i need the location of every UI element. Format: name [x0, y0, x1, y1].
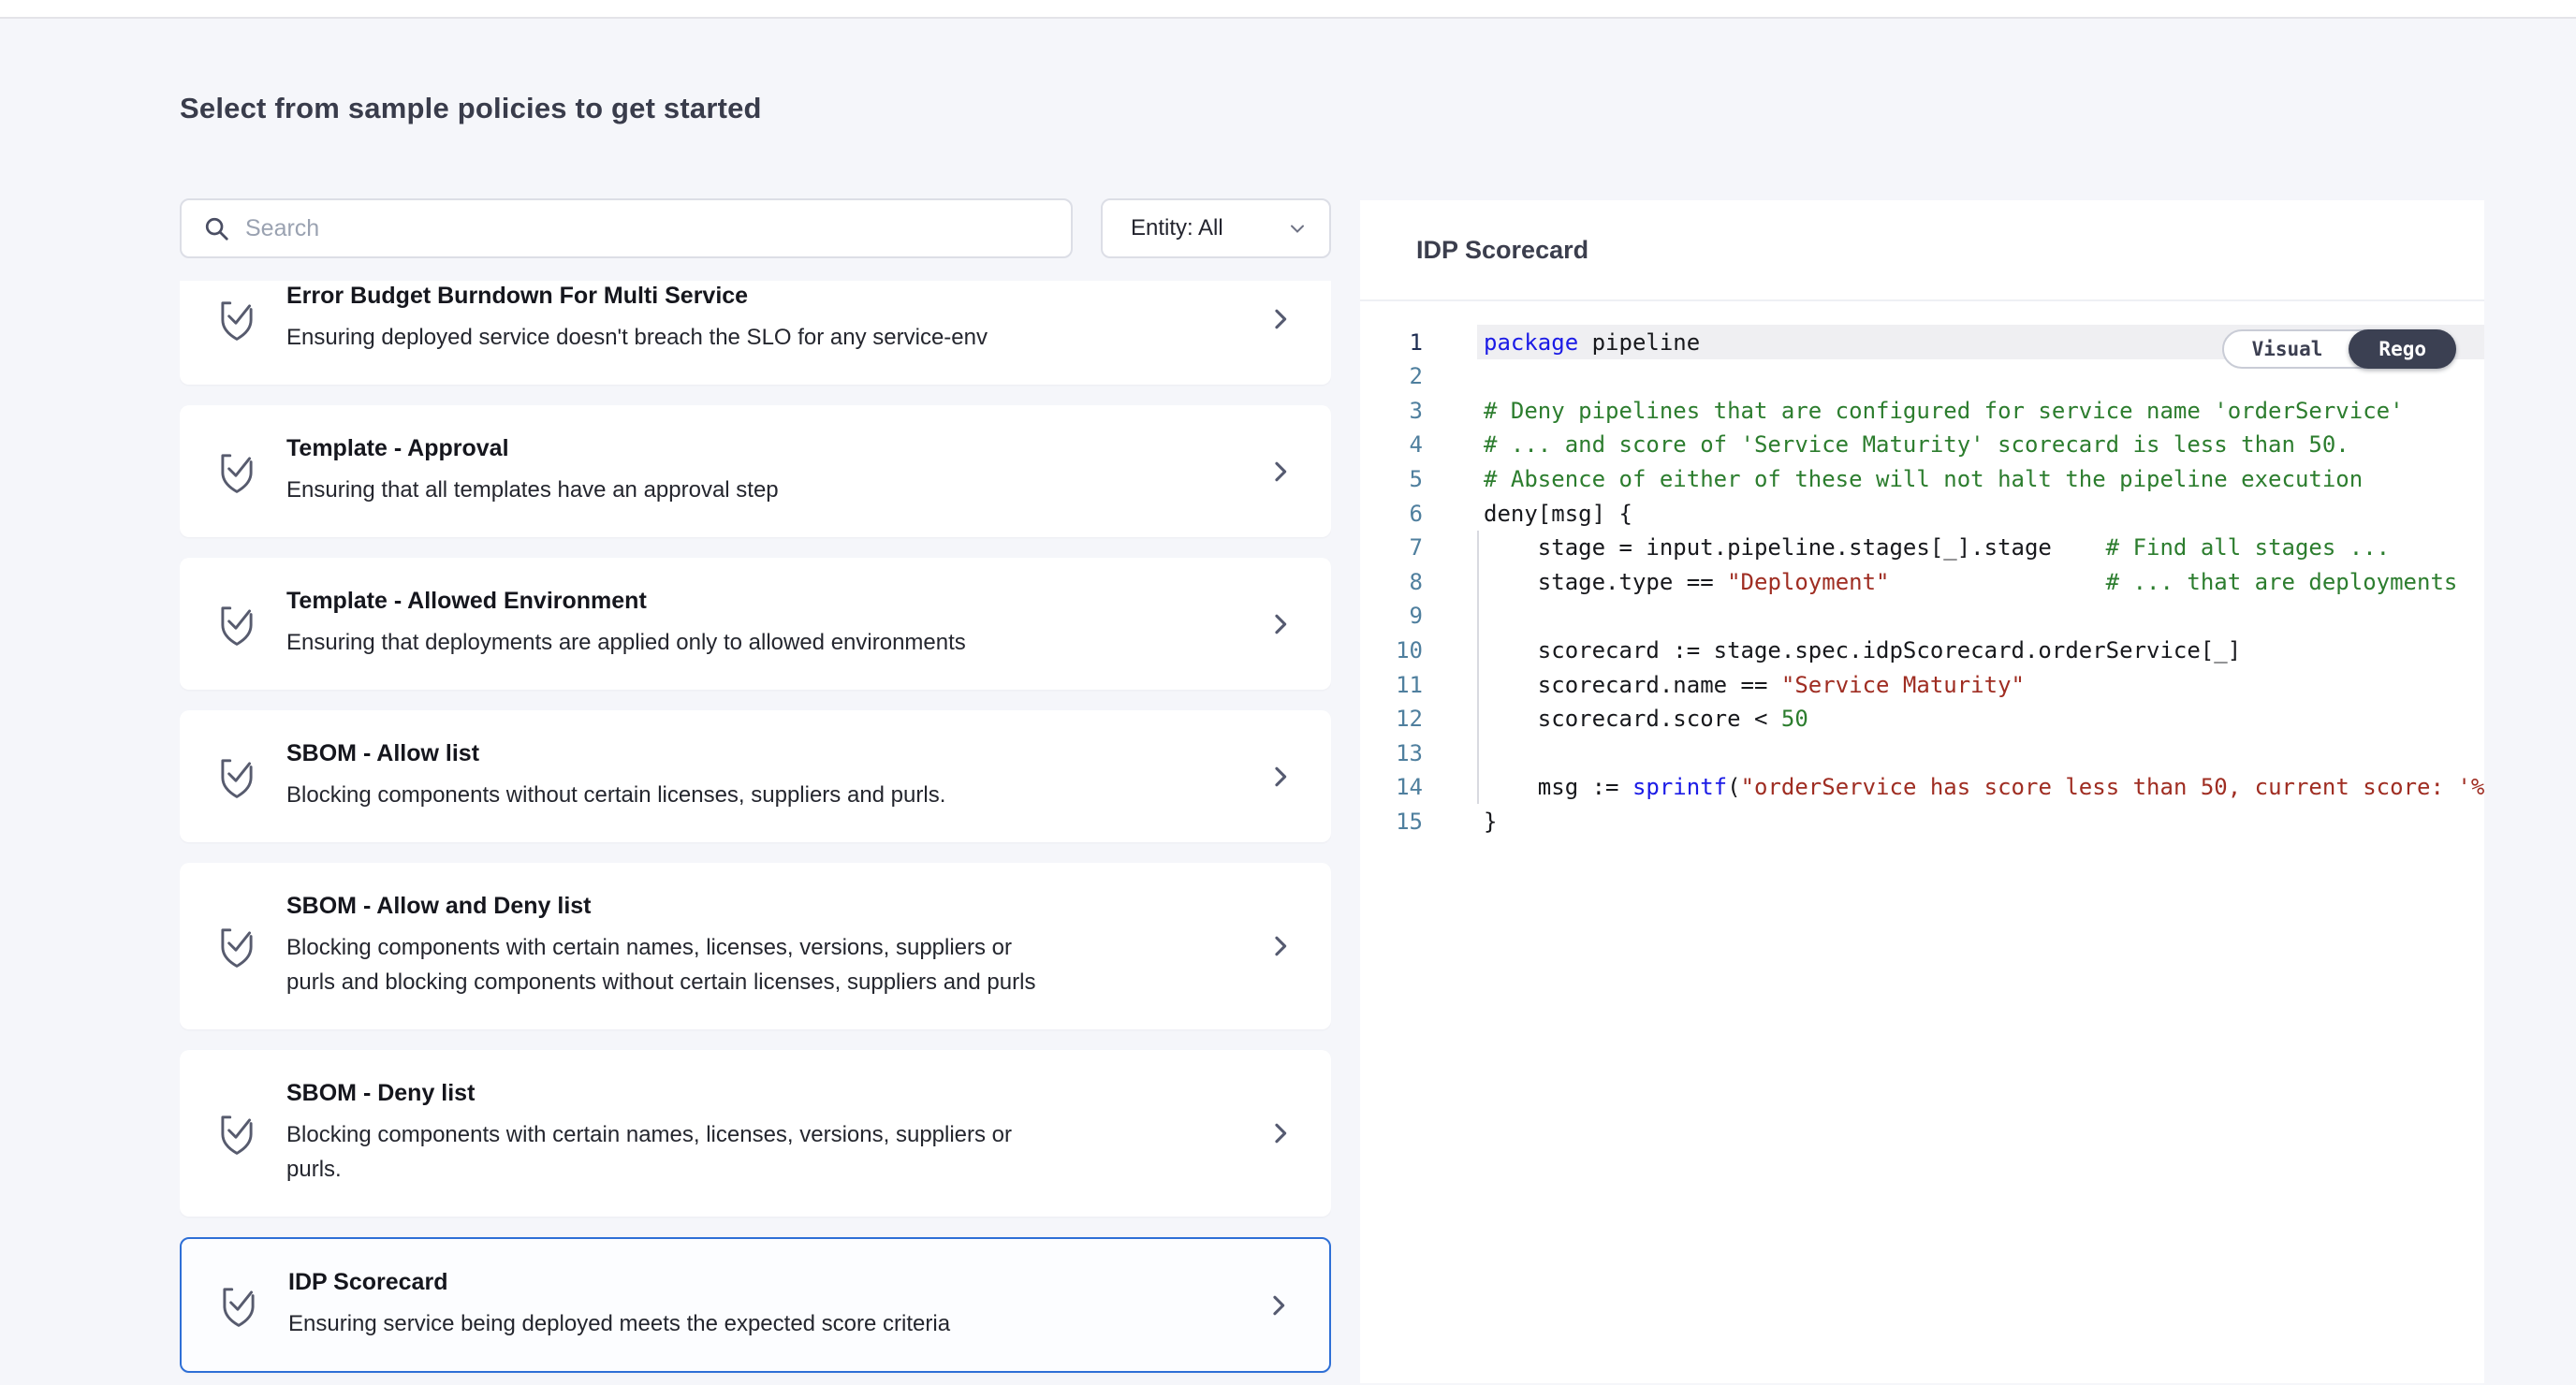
- policy-shield-check-icon: [213, 601, 260, 648]
- policy-title: Error Budget Burndown For Multi Service: [286, 283, 1249, 310]
- code-line: scorecard := stage.spec.idpScorecard.ord…: [1484, 637, 2484, 663]
- policy-title: Template - Approval: [286, 435, 1249, 462]
- line-number: 14: [1360, 774, 1423, 800]
- policy-text: SBOM - Allow list Blocking components wit…: [286, 740, 1249, 812]
- chevron-right-icon: [1267, 306, 1294, 332]
- chevron-right-icon: [1267, 611, 1294, 637]
- entity-filter-label: Entity: All: [1131, 215, 1223, 241]
- code-row: 14 msg := sprintf("orderService has scor…: [1360, 770, 2484, 805]
- chevron-right-icon: [1267, 764, 1294, 790]
- policy-card[interactable]: SBOM - Allow list Blocking components wit…: [180, 710, 1331, 842]
- policy-description: Ensuring deployed service doesn't breach…: [286, 320, 1249, 355]
- line-number: 10: [1360, 637, 1423, 663]
- code-line: scorecard.name == "Service Maturity": [1484, 672, 2484, 698]
- code-editor[interactable]: Visual Rego 1package pipeline23# Deny pi…: [1360, 303, 2484, 1383]
- policy-description: Blocking components with certain names, …: [286, 1117, 1249, 1152]
- chevron-down-icon: [1286, 217, 1309, 240]
- code-row: 2: [1360, 359, 2484, 394]
- chevron-right-icon: [1267, 1120, 1294, 1146]
- policy-description: Blocking components with certain names, …: [286, 930, 1249, 965]
- line-number: 2: [1360, 363, 1423, 389]
- code-row: 10 scorecard := stage.spec.idpScorecard.…: [1360, 633, 2484, 667]
- line-number: 9: [1360, 603, 1423, 629]
- policy-text: Template - Approval Ensuring that all tem…: [286, 435, 1249, 507]
- code-line: # Absence of either of these will not ha…: [1484, 466, 2484, 492]
- policy-description: Ensuring service being deployed meets th…: [288, 1306, 1247, 1341]
- code-row: 13: [1360, 736, 2484, 770]
- policy-text: SBOM - Allow and Deny list Blocking compo…: [286, 893, 1249, 999]
- code-line: stage.type == "Deployment" # ... that ar…: [1484, 569, 2484, 595]
- code-row: 6 deny[msg] {: [1360, 496, 2484, 531]
- line-number: 12: [1360, 706, 1423, 732]
- entity-filter-dropdown[interactable]: Entity: All: [1101, 198, 1331, 258]
- policy-title: Template - Allowed Environment: [286, 588, 1249, 615]
- code-line: package pipeline: [1484, 329, 2484, 356]
- policy-text: IDP Scorecard Ensuring service being depl…: [288, 1269, 1247, 1341]
- policy-card[interactable]: SBOM - Deny list Blocking components with…: [180, 1050, 1331, 1217]
- line-number: 5: [1360, 466, 1423, 492]
- code-row: 9: [1360, 599, 2484, 634]
- search-input[interactable]: [245, 215, 1071, 242]
- policy-shield-check-icon: [213, 753, 260, 800]
- detail-panel: IDP Scorecard Visual Rego 1package pipel…: [1360, 200, 2484, 1383]
- code-row: 5 # Absence of either of these will not h…: [1360, 461, 2484, 496]
- policy-shield-check-icon: [215, 1282, 262, 1329]
- line-number: 11: [1360, 672, 1423, 698]
- line-number: 8: [1360, 569, 1423, 595]
- policy-title: SBOM - Allow list: [286, 740, 1249, 767]
- code-line: msg := sprintf("orderService has score l…: [1484, 774, 2484, 800]
- code-row: 11 scorecard.name == "Service Maturity": [1360, 667, 2484, 702]
- policy-card[interactable]: SBOM - Allow and Deny list Blocking compo…: [180, 863, 1331, 1029]
- code-line: scorecard.score < 50: [1484, 706, 2484, 732]
- policy-shield-check-icon: [213, 1110, 260, 1157]
- line-number: 6: [1360, 501, 1423, 527]
- code-line: stage = input.pipeline.stages[_].stage #…: [1484, 534, 2484, 561]
- line-number: 15: [1360, 809, 1423, 835]
- code-row: 8 stage.type == "Deployment" # ... that …: [1360, 564, 2484, 599]
- code-line: deny[msg] {: [1484, 501, 2484, 527]
- chevron-right-icon: [1267, 459, 1294, 485]
- policy-shield-check-icon: [213, 448, 260, 495]
- top-bar: [0, 0, 2576, 19]
- policy-description: Ensuring that deployments are applied on…: [286, 625, 1249, 660]
- code-line: # Deny pipelines that are configured for…: [1484, 398, 2484, 424]
- policy-description: purls.: [286, 1152, 1249, 1187]
- policy-text: Template - Allowed Environment Ensuring t…: [286, 588, 1249, 660]
- line-number: 4: [1360, 431, 1423, 458]
- code-line: # ... and score of 'Service Maturity' sc…: [1484, 431, 2484, 458]
- policy-title: IDP Scorecard: [288, 1269, 1247, 1296]
- search-icon: [202, 214, 230, 242]
- policy-description: purls and blocking components without ce…: [286, 965, 1249, 999]
- chevron-right-icon: [1266, 1292, 1292, 1319]
- detail-header: IDP Scorecard: [1360, 200, 2484, 301]
- line-number: 7: [1360, 534, 1423, 561]
- line-number: 3: [1360, 398, 1423, 424]
- policy-card[interactable]: IDP Scorecard Ensuring service being depl…: [180, 1237, 1331, 1373]
- policy-card[interactable]: Template - Approval Ensuring that all tem…: [180, 405, 1331, 537]
- code-line: }: [1484, 809, 2484, 835]
- policy-shield-check-icon: [213, 296, 260, 343]
- code-row: 15}: [1360, 804, 2484, 838]
- policy-title: SBOM - Deny list: [286, 1080, 1249, 1107]
- search-box[interactable]: [180, 198, 1073, 258]
- line-number: 13: [1360, 740, 1423, 766]
- code-row: 12 scorecard.score < 50: [1360, 702, 2484, 736]
- policy-card[interactable]: Error Budget Burndown For Multi Service E…: [180, 281, 1331, 385]
- policy-description: Blocking components without certain lice…: [286, 778, 1249, 812]
- policy-card[interactable]: Template - Allowed Environment Ensuring t…: [180, 558, 1331, 690]
- code-row: 1 package pipeline: [1360, 325, 2484, 359]
- code-row: 3 # Deny pipelines that are configured fo…: [1360, 393, 2484, 428]
- code-row: 4 # ... and score of 'Service Maturity' s…: [1360, 428, 2484, 462]
- policy-text: SBOM - Deny list Blocking components with…: [286, 1080, 1249, 1187]
- policy-text: Error Budget Burndown For Multi Service E…: [286, 283, 1249, 355]
- policy-description: Ensuring that all templates have an appr…: [286, 473, 1249, 507]
- policy-shield-check-icon: [213, 923, 260, 970]
- policy-list: Error Budget Burndown For Multi Service E…: [180, 281, 1331, 1385]
- chevron-right-icon: [1267, 933, 1294, 959]
- code-row: 7 stage = input.pipeline.stages[_].stage…: [1360, 531, 2484, 565]
- policy-title: SBOM - Allow and Deny list: [286, 893, 1249, 920]
- detail-title: IDP Scorecard: [1416, 236, 1588, 265]
- line-number: 1: [1360, 329, 1423, 356]
- page-title: Select from sample policies to get start…: [180, 92, 762, 125]
